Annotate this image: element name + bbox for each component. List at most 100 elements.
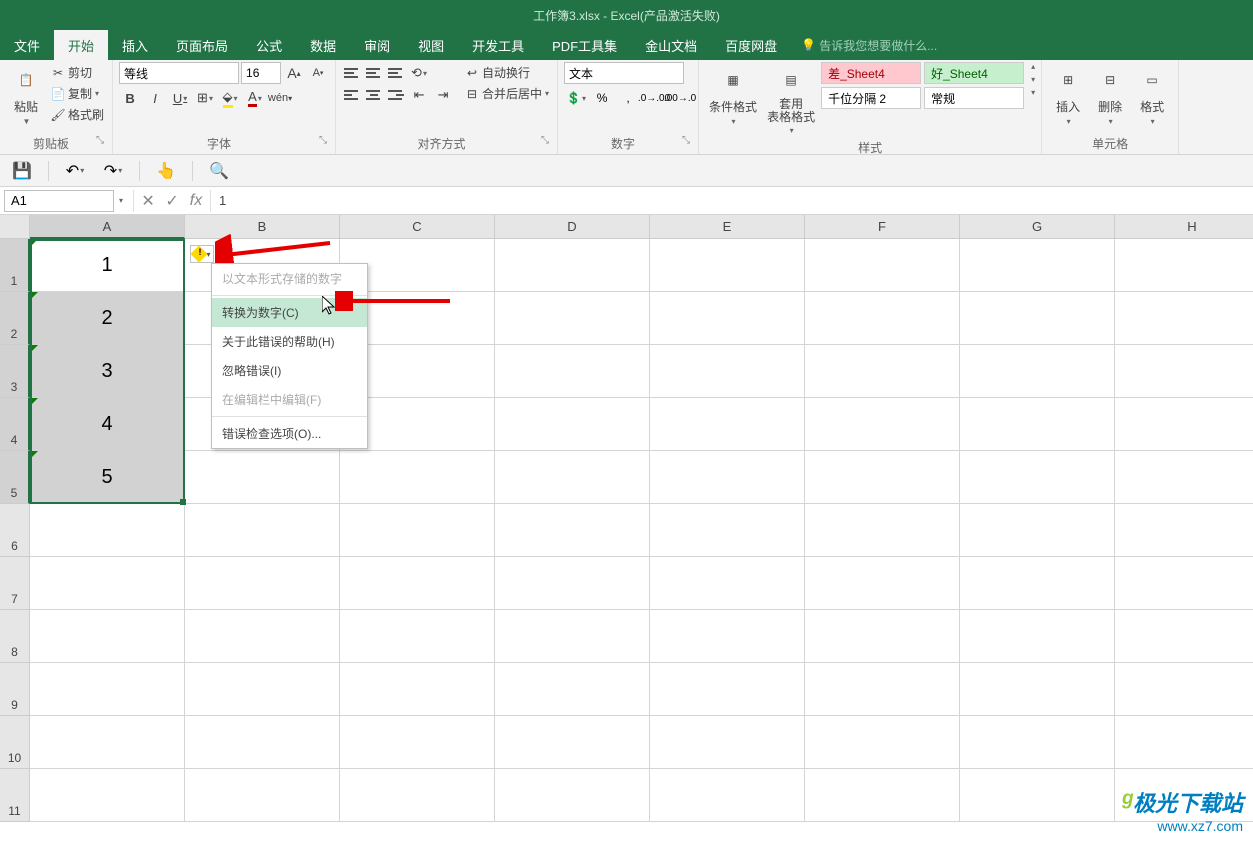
tab-review[interactable]: 审阅 bbox=[350, 30, 404, 60]
cell-c8[interactable] bbox=[340, 610, 495, 663]
cell-h3[interactable] bbox=[1115, 345, 1253, 398]
select-all-corner[interactable] bbox=[0, 215, 30, 239]
delete-cells-button[interactable]: ⊟删除▾ bbox=[1090, 62, 1130, 128]
col-header-g[interactable]: G bbox=[960, 215, 1115, 239]
cell-g11[interactable] bbox=[960, 769, 1115, 822]
cancel-formula-button[interactable]: ✕ bbox=[136, 189, 160, 213]
cell-e10[interactable] bbox=[650, 716, 805, 769]
tab-file[interactable]: 文件 bbox=[0, 30, 54, 60]
cell-e1[interactable] bbox=[650, 239, 805, 292]
font-color-button[interactable]: A▾ bbox=[244, 87, 266, 109]
cell-f8[interactable] bbox=[805, 610, 960, 663]
style-normal[interactable]: 常规 bbox=[924, 87, 1024, 109]
tab-developer[interactable]: 开发工具 bbox=[458, 30, 538, 60]
insert-cells-button[interactable]: ⊞插入▾ bbox=[1048, 62, 1088, 128]
enter-formula-button[interactable]: ✓ bbox=[160, 189, 184, 213]
cell-h7[interactable] bbox=[1115, 557, 1253, 610]
paste-button[interactable]: 📋 粘贴 ▼ bbox=[6, 62, 46, 128]
cell-e3[interactable] bbox=[650, 345, 805, 398]
menu-ignore-error[interactable]: 忽略错误(I) bbox=[212, 356, 367, 385]
row-header-6[interactable]: 6 bbox=[0, 504, 30, 557]
cell-f7[interactable] bbox=[805, 557, 960, 610]
cell-f9[interactable] bbox=[805, 663, 960, 716]
cell-c5[interactable] bbox=[340, 451, 495, 504]
phonetic-button[interactable]: wén▾ bbox=[269, 87, 291, 109]
align-middle-button[interactable] bbox=[364, 64, 384, 82]
tab-pdf-tools[interactable]: PDF工具集 bbox=[538, 30, 631, 60]
cell-b8[interactable] bbox=[185, 610, 340, 663]
format-cells-button[interactable]: ▭格式▾ bbox=[1132, 62, 1172, 128]
cell-h5[interactable] bbox=[1115, 451, 1253, 504]
cell-b5[interactable] bbox=[185, 451, 340, 504]
decrease-font-icon[interactable]: A▾ bbox=[307, 62, 329, 84]
row-header-4[interactable]: 4 bbox=[0, 398, 30, 451]
fill-color-button[interactable]: ⬙▾ bbox=[219, 87, 241, 109]
cell-e8[interactable] bbox=[650, 610, 805, 663]
orientation-button[interactable]: ⟲▾ bbox=[408, 62, 430, 84]
increase-decimal-button[interactable]: .0→.00 bbox=[642, 88, 666, 108]
tab-view[interactable]: 视图 bbox=[404, 30, 458, 60]
wrap-text-button[interactable]: ↩自动换行 bbox=[462, 62, 551, 83]
decrease-indent-button[interactable]: ⇤ bbox=[408, 84, 430, 106]
cell-b11[interactable] bbox=[185, 769, 340, 822]
cell-h1[interactable] bbox=[1115, 239, 1253, 292]
align-right-button[interactable] bbox=[386, 86, 406, 104]
menu-convert-to-number[interactable]: 转换为数字(C) bbox=[212, 298, 367, 327]
cell-h6[interactable] bbox=[1115, 504, 1253, 557]
cell-g5[interactable] bbox=[960, 451, 1115, 504]
cell-a7[interactable] bbox=[30, 557, 185, 610]
cell-f1[interactable] bbox=[805, 239, 960, 292]
cell-c6[interactable] bbox=[340, 504, 495, 557]
tab-insert[interactable]: 插入 bbox=[108, 30, 162, 60]
formula-input[interactable] bbox=[213, 193, 1253, 208]
cell-g9[interactable] bbox=[960, 663, 1115, 716]
increase-font-icon[interactable]: A▴ bbox=[283, 62, 305, 84]
cell-f3[interactable] bbox=[805, 345, 960, 398]
cell-d1[interactable] bbox=[495, 239, 650, 292]
accounting-format-button[interactable]: 💲▾ bbox=[564, 88, 588, 108]
menu-error-options[interactable]: 错误检查选项(O)... bbox=[212, 419, 367, 448]
row-header-10[interactable]: 10 bbox=[0, 716, 30, 769]
row-header-1[interactable]: 1 bbox=[0, 239, 30, 292]
menu-error-help[interactable]: 关于此错误的帮助(H) bbox=[212, 327, 367, 356]
tab-kingsoft-docs[interactable]: 金山文档 bbox=[631, 30, 711, 60]
cell-d8[interactable] bbox=[495, 610, 650, 663]
tab-page-layout[interactable]: 页面布局 bbox=[162, 30, 242, 60]
col-header-d[interactable]: D bbox=[495, 215, 650, 239]
col-header-e[interactable]: E bbox=[650, 215, 805, 239]
styles-more-icon[interactable]: ▾ bbox=[1031, 88, 1035, 97]
cell-e5[interactable] bbox=[650, 451, 805, 504]
cell-h10[interactable] bbox=[1115, 716, 1253, 769]
align-left-button[interactable] bbox=[342, 86, 362, 104]
touch-mode-button[interactable]: 👆 bbox=[154, 159, 178, 183]
italic-button[interactable]: I bbox=[144, 87, 166, 109]
style-good[interactable]: 好_Sheet4 bbox=[924, 62, 1024, 84]
cell-a11[interactable] bbox=[30, 769, 185, 822]
cell-c7[interactable] bbox=[340, 557, 495, 610]
cell-a5[interactable]: 5 bbox=[30, 451, 185, 504]
cell-a9[interactable] bbox=[30, 663, 185, 716]
row-header-8[interactable]: 8 bbox=[0, 610, 30, 663]
font-size-select[interactable] bbox=[241, 62, 281, 84]
cell-f5[interactable] bbox=[805, 451, 960, 504]
tell-me-search[interactable]: 💡 告诉我您想要做什么... bbox=[801, 37, 937, 54]
cell-d7[interactable] bbox=[495, 557, 650, 610]
cell-d10[interactable] bbox=[495, 716, 650, 769]
tab-data[interactable]: 数据 bbox=[296, 30, 350, 60]
cell-d2[interactable] bbox=[495, 292, 650, 345]
cell-h2[interactable] bbox=[1115, 292, 1253, 345]
cell-h8[interactable] bbox=[1115, 610, 1253, 663]
col-header-b[interactable]: B bbox=[185, 215, 340, 239]
cell-d6[interactable] bbox=[495, 504, 650, 557]
cell-f4[interactable] bbox=[805, 398, 960, 451]
cell-f6[interactable] bbox=[805, 504, 960, 557]
cell-a2[interactable]: 2 bbox=[30, 292, 185, 345]
cell-b6[interactable] bbox=[185, 504, 340, 557]
cut-button[interactable]: ✂剪切 bbox=[48, 62, 106, 83]
cell-g8[interactable] bbox=[960, 610, 1115, 663]
error-smart-tag[interactable]: ▾ bbox=[190, 245, 214, 263]
percent-format-button[interactable]: % bbox=[590, 88, 614, 108]
cell-g7[interactable] bbox=[960, 557, 1115, 610]
tab-home[interactable]: 开始 bbox=[54, 30, 108, 60]
row-header-11[interactable]: 11 bbox=[0, 769, 30, 822]
